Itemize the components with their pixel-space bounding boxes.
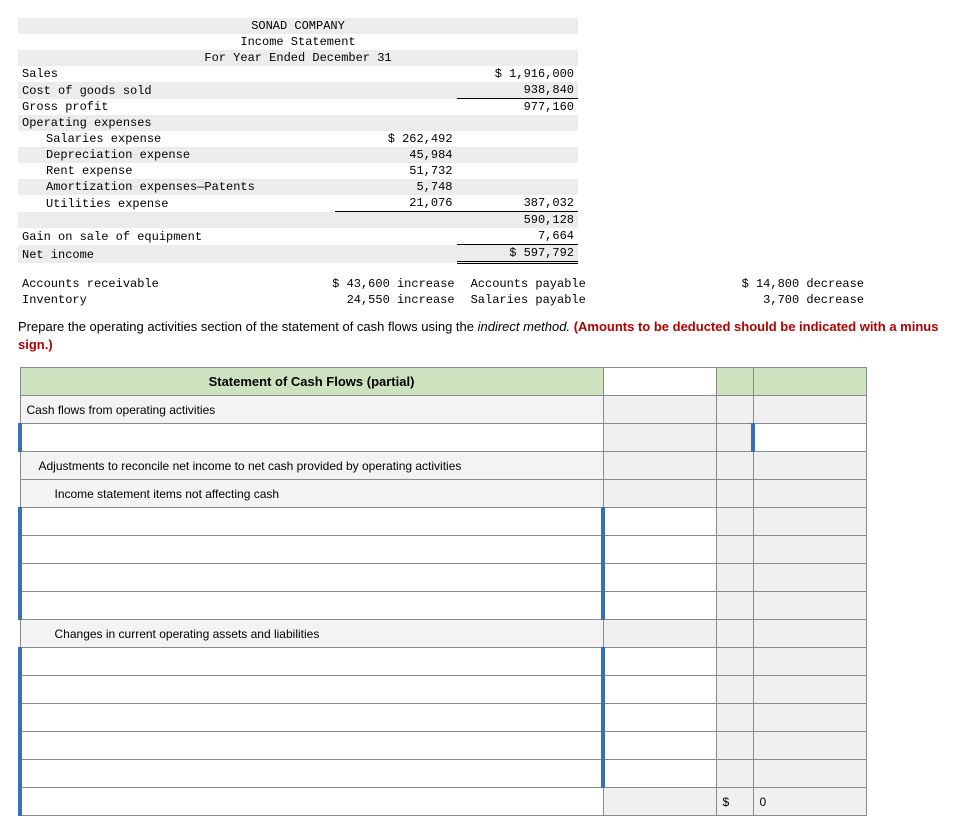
is-item-row-2-select[interactable] <box>20 536 603 564</box>
account-changes-table: Accounts receivable $ 43,600 increase Ac… <box>18 276 868 308</box>
rent-label: Rent expense <box>18 163 335 179</box>
line-net-income-select[interactable] <box>20 424 603 452</box>
utilities-value: 21,076 <box>335 195 456 212</box>
statement-period: For Year Ended December 31 <box>18 50 578 66</box>
cfo-header: Cash flows from operating activities <box>20 396 603 424</box>
inv-label: Inventory <box>18 292 259 308</box>
change-row-4-amount[interactable] <box>603 732 716 760</box>
ap-value: $ 14,800 decrease <box>674 276 868 292</box>
ap-label: Accounts payable <box>459 276 674 292</box>
company-name: SONAD COMPANY <box>18 18 578 34</box>
is-item-row-2-amount[interactable] <box>603 536 716 564</box>
is-item-row-1-select[interactable] <box>20 508 603 536</box>
ar-label: Accounts receivable <box>18 276 259 292</box>
sales-value: $ 1,916,000 <box>457 66 578 82</box>
is-item-row-4-select[interactable] <box>20 592 603 620</box>
gross-profit-value: 977,160 <box>457 99 578 116</box>
is-item-row-3-amount[interactable] <box>603 564 716 592</box>
answer-title: Statement of Cash Flows (partial) <box>20 368 603 396</box>
utilities-label: Utilities expense <box>18 195 335 212</box>
inv-value: 24,550 increase <box>259 292 459 308</box>
change-row-1-select[interactable] <box>20 648 603 676</box>
sales-label: Sales <box>18 66 335 82</box>
change-row-2-select[interactable] <box>20 676 603 704</box>
rent-value: 51,732 <box>335 163 456 179</box>
ar-value: $ 43,600 increase <box>259 276 459 292</box>
change-row-3-amount[interactable] <box>603 704 716 732</box>
cogs-label: Cost of goods sold <box>18 82 335 99</box>
gain-value: 7,664 <box>457 228 578 245</box>
sp-value: 3,700 decrease <box>674 292 868 308</box>
depreciation-label: Depreciation expense <box>18 147 335 163</box>
instr-part1: Prepare the operating activities section… <box>18 319 478 334</box>
gross-profit-label: Gross profit <box>18 99 335 116</box>
change-row-2-amount[interactable] <box>603 676 716 704</box>
amort-label: Amortization expenses—Patents <box>18 179 335 195</box>
line-net-income-amount[interactable] <box>753 424 866 452</box>
is-item-row-4-amount[interactable] <box>603 592 716 620</box>
net-income-input[interactable] <box>761 431 853 445</box>
net-total-value: 0 <box>753 788 866 816</box>
is-items-header: Income statement items not affecting cas… <box>20 480 603 508</box>
instructions: Prepare the operating activities section… <box>18 318 955 353</box>
change-row-5-select[interactable] <box>20 760 603 788</box>
is-item-row-3-select[interactable] <box>20 564 603 592</box>
is-item-row-1-amount[interactable] <box>603 508 716 536</box>
salaries-label: Salaries expense <box>18 131 335 147</box>
operating-income: 590,128 <box>457 212 578 229</box>
change-row-4-select[interactable] <box>20 732 603 760</box>
opex-label: Operating expenses <box>18 115 335 131</box>
gain-label: Gain on sale of equipment <box>18 228 335 245</box>
dollar-sign: $ <box>716 788 753 816</box>
cogs-value: 938,840 <box>457 82 578 99</box>
instr-method: indirect method. <box>478 319 571 334</box>
change-row-5-amount[interactable] <box>603 760 716 788</box>
adjustments-header: Adjustments to reconcile net income to n… <box>20 452 603 480</box>
net-income-label: Net income <box>18 245 335 263</box>
sp-label: Salaries payable <box>459 292 674 308</box>
net-total-select[interactable] <box>20 788 603 816</box>
depreciation-value: 45,984 <box>335 147 456 163</box>
amort-value: 5,748 <box>335 179 456 195</box>
salaries-value: $ 262,492 <box>335 131 456 147</box>
net-income-value: $ 597,792 <box>457 245 578 263</box>
cash-flow-answer-table: Statement of Cash Flows (partial) Cash f… <box>18 367 867 816</box>
opex-total: 387,032 <box>457 195 578 212</box>
change-row-3-select[interactable] <box>20 704 603 732</box>
changes-header: Changes in current operating assets and … <box>20 620 603 648</box>
change-row-1-amount[interactable] <box>603 648 716 676</box>
statement-title: Income Statement <box>18 34 578 50</box>
income-statement-table: SONAD COMPANY Income Statement For Year … <box>18 18 578 264</box>
